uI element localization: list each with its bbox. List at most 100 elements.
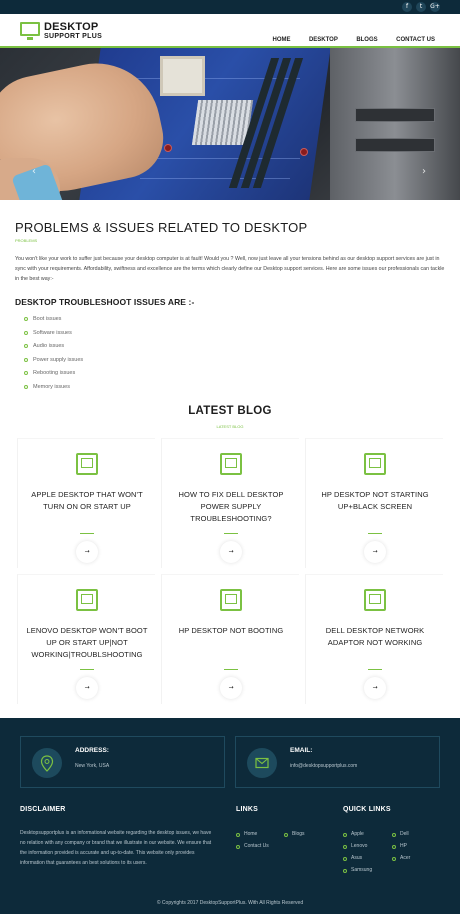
- blog-card-title[interactable]: HP DESKTOP NOT STARTING UP+BLACK SCREEN: [314, 489, 436, 513]
- blog-card-title[interactable]: APPLE DESKTOP THAT WON'T TURN ON OR STAR…: [26, 489, 148, 513]
- email-value[interactable]: info@desktopsupportplus.com: [290, 763, 357, 769]
- divider: [224, 669, 238, 670]
- blog-card[interactable]: HP DESKTOP NOT BOOTING →: [161, 574, 299, 704]
- nav-home[interactable]: HOME: [273, 37, 291, 43]
- footer-link-blogs[interactable]: Blogs: [284, 830, 305, 839]
- nav-contact-us[interactable]: CONTACT US: [396, 37, 435, 43]
- circuit-trace: [120, 78, 300, 79]
- drive-bay: [355, 108, 435, 122]
- blog-title: LATEST BLOG: [188, 405, 272, 417]
- blog-card-title[interactable]: HOW TO FIX DELL DESKTOP POWER SUPPLY TRO…: [170, 489, 292, 525]
- bullet-icon: [24, 317, 28, 321]
- bullet-icon: [343, 856, 347, 861]
- bullet-icon: [24, 384, 28, 389]
- read-more-button[interactable]: →: [220, 541, 242, 563]
- bullet-icon: [392, 832, 396, 837]
- bullet-icon: [343, 832, 347, 837]
- address-label: ADDRESS:: [75, 747, 109, 754]
- read-more-button[interactable]: →: [76, 541, 98, 563]
- list-item: Memory issues: [24, 382, 83, 396]
- address-value: New York, USA: [75, 763, 110, 769]
- circuit-trace: [140, 178, 290, 179]
- logo-subtext: SUPPORT PLUS: [44, 33, 103, 40]
- monitor-icon: [220, 589, 242, 611]
- bullet-icon: [236, 844, 240, 849]
- bullet-icon: [236, 832, 240, 837]
- issues-list: Boot issues Software issues Audio issues…: [24, 314, 83, 395]
- list-item: Boot issues: [24, 314, 83, 328]
- divider: [80, 533, 94, 534]
- address-box: ADDRESS: New York, USA: [20, 736, 225, 788]
- hero-slider: ‹ ›: [0, 48, 460, 200]
- email-box: EMAIL: info@desktopsupportplus.com: [235, 736, 440, 788]
- blog-card[interactable]: HOW TO FIX DELL DESKTOP POWER SUPPLY TRO…: [161, 438, 299, 568]
- read-more-button[interactable]: →: [76, 677, 98, 699]
- divider: [80, 669, 94, 670]
- list-item: Rebooting issues: [24, 368, 83, 382]
- list-item: Software issues: [24, 328, 83, 342]
- google-plus-icon[interactable]: G+: [430, 2, 440, 12]
- logo-text: DESKTOP: [44, 21, 99, 33]
- slider-next-arrow[interactable]: ›: [422, 166, 426, 177]
- blog-card[interactable]: DELL DESKTOP NETWORK ADAPTOR NOT WORKING…: [305, 574, 443, 704]
- main-nav: HOME DESKTOP BLOGS CONTACT US: [259, 28, 436, 46]
- list-item: Power supply issues: [24, 355, 83, 369]
- divider: [368, 533, 382, 534]
- monitor-icon: [76, 453, 98, 475]
- blog-card-title[interactable]: DELL DESKTOP NETWORK ADAPTOR NOT WORKING: [314, 625, 436, 649]
- quick-link-acer[interactable]: Acer: [392, 854, 410, 863]
- list-item: Audio issues: [24, 341, 83, 355]
- computer-case: [330, 48, 460, 200]
- site-header: DESKTOP SUPPORT PLUS HOME DESKTOP BLOGS …: [0, 14, 460, 48]
- nav-blogs[interactable]: BLOGS: [356, 37, 377, 43]
- problems-subtitle: PROBLEMS: [15, 238, 38, 243]
- envelope-icon: [247, 748, 277, 778]
- quick-link-apple[interactable]: Apple: [343, 830, 364, 839]
- monitor-icon: [220, 453, 242, 475]
- bullet-icon: [343, 868, 347, 873]
- cpu-socket: [160, 56, 205, 96]
- twitter-icon[interactable]: t: [416, 2, 426, 12]
- divider: [368, 669, 382, 670]
- monitor-icon: [364, 589, 386, 611]
- email-label: EMAIL:: [290, 747, 313, 754]
- top-bar: f t G+: [0, 0, 460, 14]
- read-more-button[interactable]: →: [364, 677, 386, 699]
- bullet-icon: [284, 832, 288, 837]
- disclaimer-title: DISCLAIMER: [20, 806, 66, 813]
- links-title: LINKS: [236, 806, 258, 813]
- blog-card[interactable]: HP DESKTOP NOT STARTING UP+BLACK SCREEN …: [305, 438, 443, 568]
- location-icon: [32, 748, 62, 778]
- quick-link-lenovo[interactable]: Lenovo: [343, 842, 367, 851]
- nav-desktop[interactable]: DESKTOP: [309, 37, 338, 43]
- slider-prev-arrow[interactable]: ‹: [32, 166, 36, 177]
- monitor-icon: [76, 589, 98, 611]
- blog-subtitle: LATEST BLOG: [216, 424, 244, 429]
- facebook-icon[interactable]: f: [402, 2, 412, 12]
- bullet-icon: [392, 844, 396, 849]
- monitor-icon: [20, 22, 40, 36]
- footer-link-home[interactable]: Home: [236, 830, 257, 839]
- divider: [224, 533, 238, 534]
- quick-link-asus[interactable]: Asus: [343, 854, 362, 863]
- blog-card[interactable]: APPLE DESKTOP THAT WON'T TURN ON OR STAR…: [17, 438, 155, 568]
- bullet-icon: [24, 344, 28, 348]
- capacitor: [164, 144, 172, 152]
- disclaimer-text: Desktopsupportplus is an informational w…: [20, 830, 212, 866]
- logo[interactable]: DESKTOP SUPPORT PLUS: [20, 20, 130, 44]
- bullet-icon: [24, 330, 28, 335]
- problems-paragraph: You won't like your work to suffer just …: [15, 256, 445, 282]
- blog-card[interactable]: LENOVO DESKTOP WON'T BOOT UP OR START UP…: [17, 574, 155, 704]
- quick-links-title: QUICK LINKS: [343, 806, 391, 813]
- bullet-icon: [24, 371, 28, 375]
- read-more-button[interactable]: →: [364, 541, 386, 563]
- bullet-icon: [24, 357, 28, 362]
- quick-link-hp[interactable]: HP: [392, 842, 407, 851]
- quick-link-samsung[interactable]: Samsung: [343, 866, 372, 875]
- footer-link-contact[interactable]: Contact Us: [236, 842, 269, 851]
- read-more-button[interactable]: →: [220, 677, 242, 699]
- blog-card-title[interactable]: HP DESKTOP NOT BOOTING: [170, 625, 292, 637]
- bullet-icon: [392, 856, 396, 861]
- blog-card-title[interactable]: LENOVO DESKTOP WON'T BOOT UP OR START UP…: [26, 625, 148, 661]
- quick-link-dell[interactable]: Dell: [392, 830, 409, 839]
